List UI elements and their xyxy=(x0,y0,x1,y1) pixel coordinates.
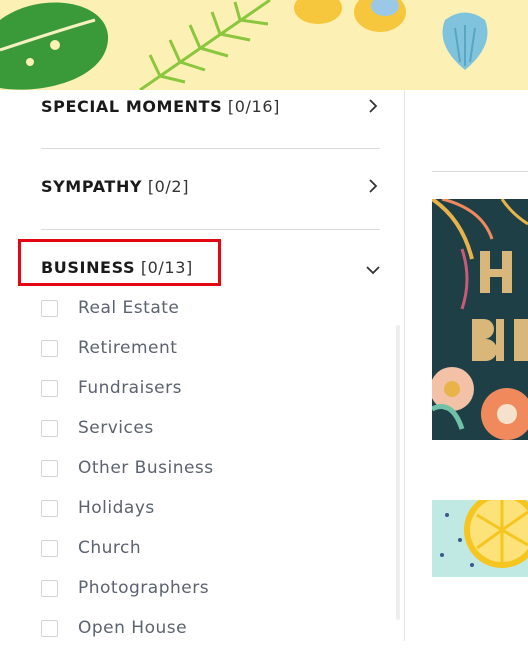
category-divider xyxy=(41,229,380,230)
category-label: SYMPATHY [0/2] xyxy=(41,176,190,196)
subcategory-retirement[interactable]: Retirement xyxy=(41,328,381,368)
subcategory-services[interactable]: Services xyxy=(41,408,381,448)
checkbox[interactable] xyxy=(41,339,58,357)
subcategory-fundraisers[interactable]: Fundraisers xyxy=(41,368,381,408)
subcategory-church[interactable]: Church xyxy=(41,528,381,568)
subcategory-other-business[interactable]: Other Business xyxy=(41,448,381,488)
category-special-moments[interactable]: SPECIAL MOMENTS [0/16] xyxy=(41,86,380,126)
checkbox[interactable] xyxy=(41,499,58,517)
subcategory-real-estate[interactable]: Real Estate xyxy=(41,288,381,328)
subcategory-holidays[interactable]: Holidays xyxy=(41,488,381,528)
product-card-lemon[interactable] xyxy=(432,500,528,577)
birthday-card-image xyxy=(432,199,528,440)
chevron-right-icon[interactable] xyxy=(366,179,380,193)
checkbox[interactable] xyxy=(41,459,58,477)
subcategory-open-house[interactable]: Open House xyxy=(41,608,381,648)
shell-illustration xyxy=(442,12,488,70)
category-divider xyxy=(41,148,380,149)
flip-flop-illustration xyxy=(294,0,406,32)
palm-frond-illustration xyxy=(139,0,271,90)
checkbox[interactable] xyxy=(41,539,58,557)
subcategory-photographers[interactable]: Photographers xyxy=(41,568,381,608)
checkbox[interactable] xyxy=(41,379,58,397)
category-sympathy[interactable]: SYMPATHY [0/2] xyxy=(41,166,380,206)
monstera-leaf-illustration xyxy=(0,2,109,90)
chevron-down-icon[interactable] xyxy=(366,263,380,277)
checkbox[interactable] xyxy=(41,619,58,637)
content-divider xyxy=(432,171,528,172)
checkbox[interactable] xyxy=(41,299,58,317)
product-card-birthday[interactable] xyxy=(432,199,528,440)
sidebar-scrollbar[interactable] xyxy=(396,325,400,620)
lemon-card-image xyxy=(432,500,528,577)
category-label: SPECIAL MOMENTS [0/16] xyxy=(41,96,280,116)
chevron-right-icon[interactable] xyxy=(366,99,380,113)
decorative-banner xyxy=(0,0,528,90)
checkbox[interactable] xyxy=(41,419,58,437)
selection-highlight-box xyxy=(18,239,221,286)
checkbox[interactable] xyxy=(41,579,58,597)
